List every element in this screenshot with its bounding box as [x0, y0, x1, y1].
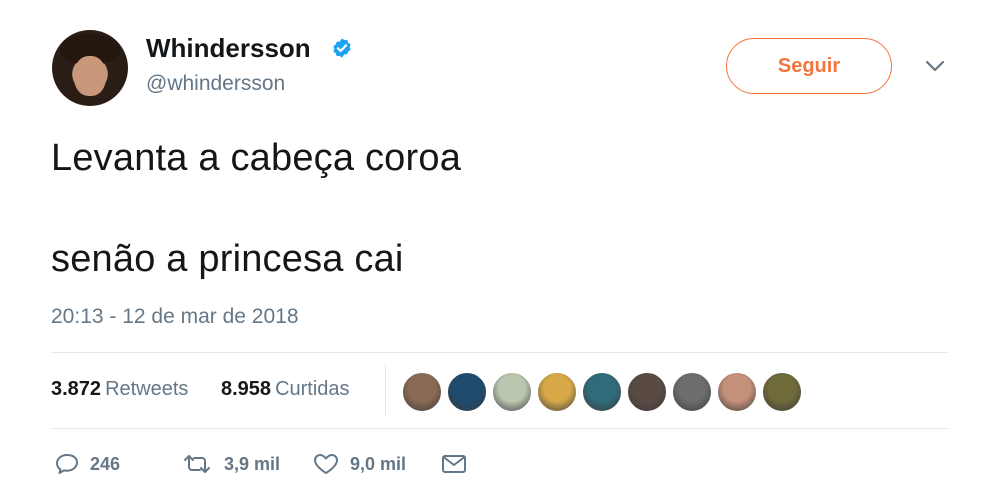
reply-icon: [56, 454, 78, 474]
stats-divider: [385, 365, 386, 415]
divider: [51, 428, 948, 429]
retweets-label: Retweets: [105, 378, 189, 400]
like-count: 9,0 mil: [350, 453, 407, 474]
likes-count: 8.958: [221, 378, 272, 400]
heart-icon: [314, 454, 338, 474]
liker-avatar[interactable]: [492, 372, 532, 412]
chevron-down-icon[interactable]: [922, 56, 948, 76]
liker-avatar[interactable]: [627, 372, 667, 412]
retweet-icon: [184, 455, 210, 473]
reply-count: 246: [90, 453, 121, 474]
verified-badge-icon: [333, 38, 351, 58]
direct-message-button[interactable]: [440, 452, 478, 476]
retweets-count: 3.872: [51, 378, 102, 400]
liker-avatar[interactable]: [537, 372, 577, 412]
reply-button[interactable]: 246: [54, 452, 120, 476]
tweet-timestamp[interactable]: 20:13 - 12 de mar de 2018: [51, 305, 299, 329]
liker-avatars: [402, 372, 807, 412]
tweet-text-line-1: Levanta a cabeça coroa: [51, 137, 462, 179]
user-name[interactable]: Whindersson: [146, 33, 311, 64]
likes-stat[interactable]: 8.958 Curtidas: [221, 378, 350, 401]
user-handle[interactable]: @whindersson: [146, 72, 285, 96]
divider: [51, 352, 948, 353]
liker-avatar[interactable]: [447, 372, 487, 412]
like-button[interactable]: 9,0 mil: [312, 452, 406, 476]
follow-button[interactable]: Seguir: [726, 38, 892, 94]
envelope-icon: [442, 455, 466, 473]
liker-avatar[interactable]: [672, 372, 712, 412]
retweet-button[interactable]: 3,9 mil: [180, 452, 280, 476]
likes-label: Curtidas: [275, 378, 350, 400]
avatar[interactable]: [52, 30, 128, 106]
retweets-stat[interactable]: 3.872 Retweets: [51, 378, 188, 401]
liker-avatar[interactable]: [402, 372, 442, 412]
retweet-count: 3,9 mil: [224, 453, 281, 474]
liker-avatar[interactable]: [717, 372, 757, 412]
tweet-text-line-2: senão a princesa cai: [51, 238, 404, 280]
liker-avatar[interactable]: [762, 372, 802, 412]
liker-avatar[interactable]: [582, 372, 622, 412]
